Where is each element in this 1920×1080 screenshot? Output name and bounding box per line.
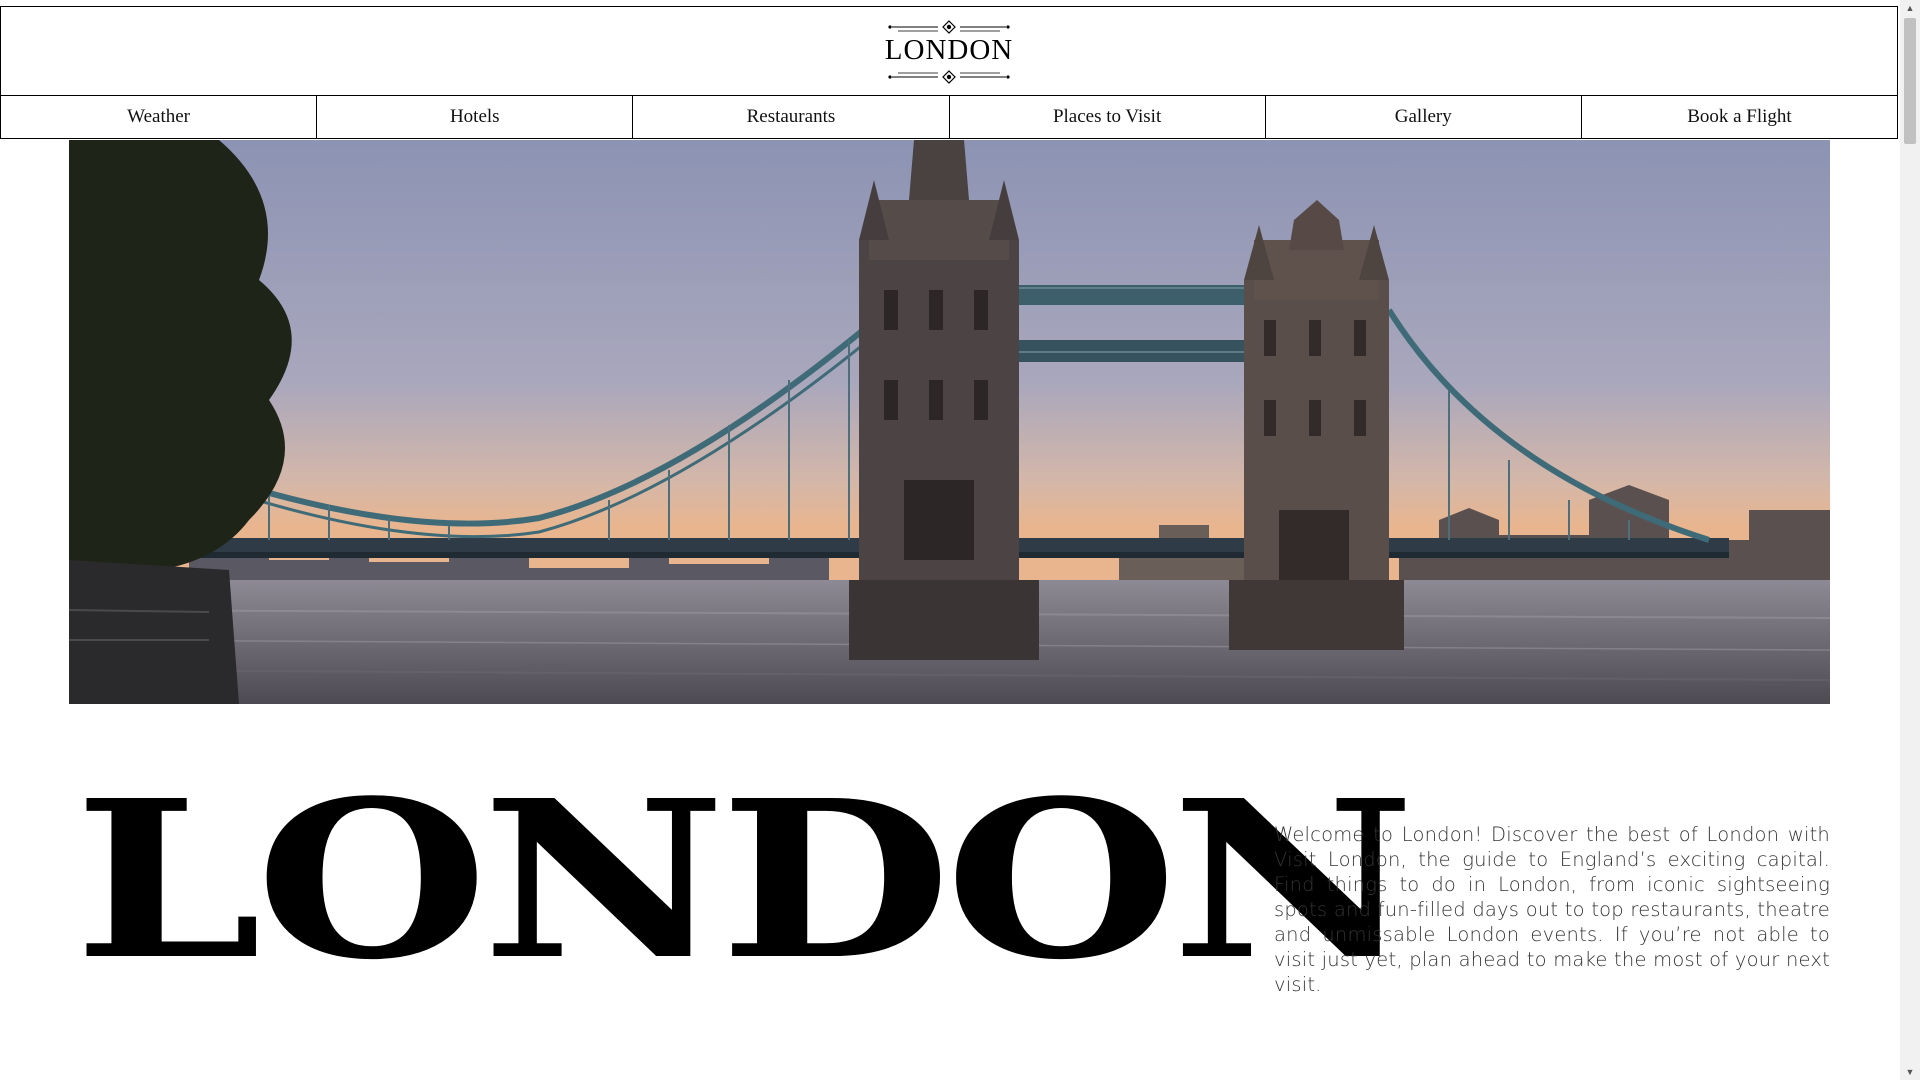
ornament-top-icon [888, 20, 1010, 34]
nav-item-book-a-flight[interactable]: Book a Flight [1582, 96, 1897, 138]
ornament-bottom-icon [888, 70, 1010, 84]
nav-item-gallery[interactable]: Gallery [1266, 96, 1582, 138]
intro-title: LONDON [74, 753, 1415, 1008]
nav-item-hotels[interactable]: Hotels [317, 96, 634, 138]
logo[interactable]: LONDON [884, 19, 1014, 85]
main-nav: Weather Hotels Restaurants Places to Vis… [0, 95, 1898, 139]
logo-text: LONDON [884, 34, 1014, 66]
vertical-scrollbar[interactable]: ▲ ▼ [1900, 0, 1920, 1080]
nav-item-weather[interactable]: Weather [1, 96, 318, 138]
tower-bridge-image [69, 140, 1830, 704]
hero-image [69, 140, 1830, 704]
page: LONDON Weather Hotels Restaurants Places… [0, 0, 1898, 1080]
scroll-up-arrow-icon[interactable]: ▲ [1900, 0, 1920, 16]
scroll-down-arrow-icon[interactable]: ▼ [1900, 1064, 1920, 1080]
site-header: LONDON [0, 6, 1898, 96]
scrollbar-thumb[interactable] [1904, 18, 1916, 144]
intro-paragraph: Welcome to London! Discover the best of … [1274, 823, 1830, 996]
nav-item-restaurants[interactable]: Restaurants [633, 96, 950, 138]
nav-item-places-to-visit[interactable]: Places to Visit [950, 96, 1266, 138]
